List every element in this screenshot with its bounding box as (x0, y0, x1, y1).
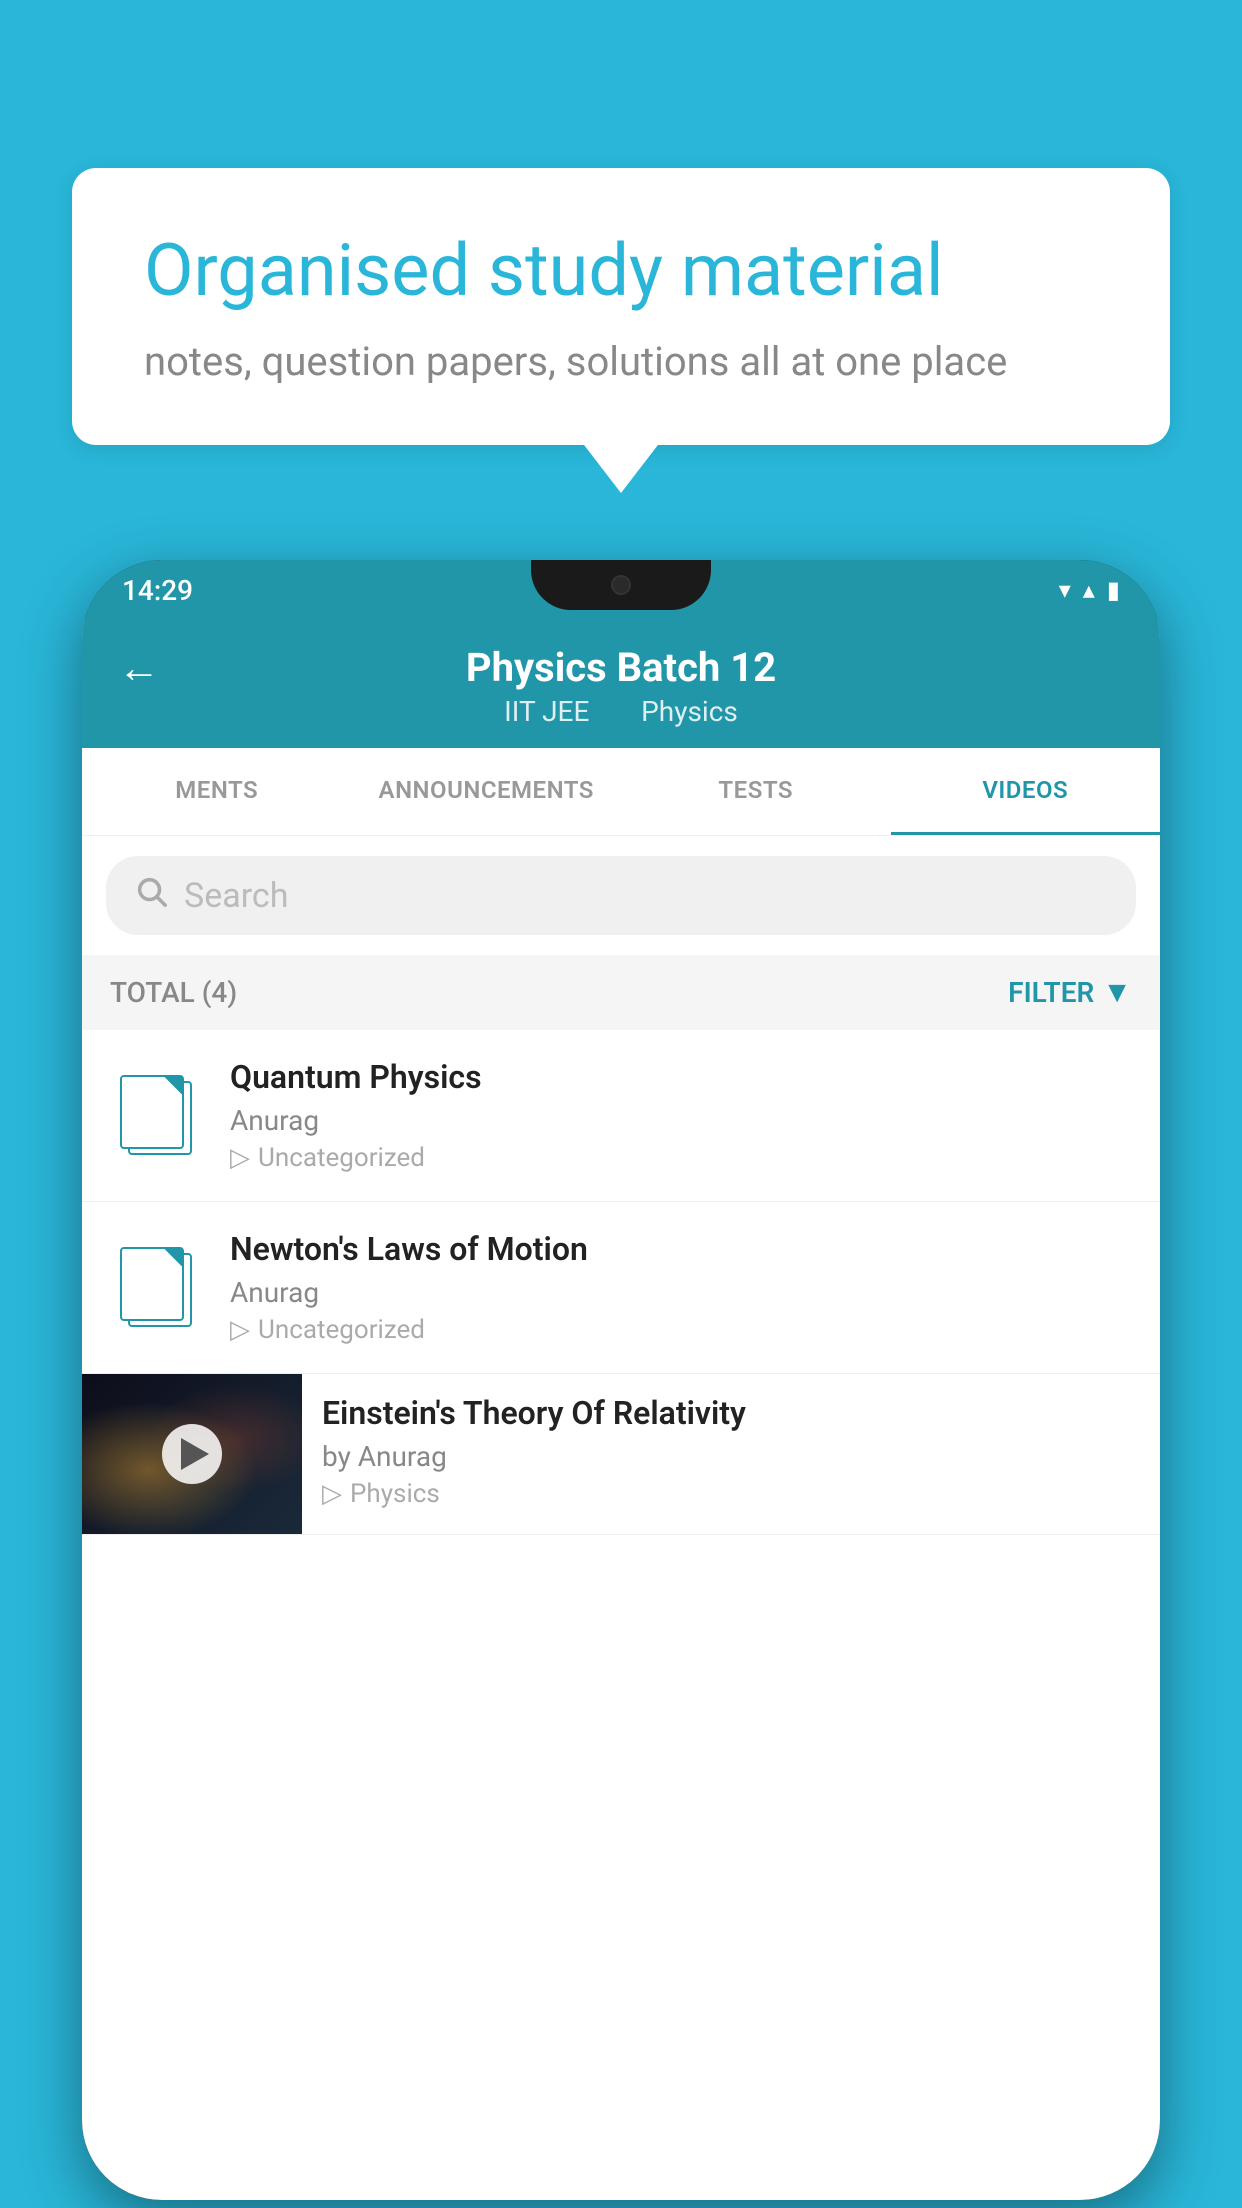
filter-icon: ▼ (1102, 975, 1132, 1010)
filter-label: FILTER (1008, 976, 1094, 1009)
search-bar[interactable]: Search (106, 856, 1136, 935)
video-info-2: Newton's Laws of Motion Anurag ▷ Uncateg… (230, 1230, 1136, 1345)
tab-announcements[interactable]: ANNOUNCEMENTS (352, 748, 622, 835)
video-author-3: by Anurag (322, 1440, 1140, 1473)
subtitle-iit: IIT JEE (504, 695, 589, 728)
search-icon (134, 874, 168, 917)
app-subtitle: IIT JEE Physics (492, 695, 750, 728)
video-author-2: Anurag (230, 1276, 1136, 1309)
tab-tests[interactable]: TESTS (621, 748, 891, 835)
file-icon-2 (120, 1247, 192, 1329)
app-header: ← Physics Batch 12 IIT JEE Physics (82, 620, 1160, 748)
tab-ments[interactable]: MENTS (82, 748, 352, 835)
video-info-1: Quantum Physics Anurag ▷ Uncategorized (230, 1058, 1136, 1173)
wifi-icon: ▾ (1059, 576, 1071, 604)
search-bar-container: Search (82, 836, 1160, 955)
search-placeholder: Search (184, 876, 288, 916)
video-item-3[interactable]: Einstein's Theory Of Relativity by Anura… (82, 1374, 1160, 1535)
video-tag-2: ▷ Uncategorized (230, 1315, 1136, 1345)
status-bar: 14:29 ▾ ▴ ▮ (82, 560, 1160, 620)
tabs-bar: MENTS ANNOUNCEMENTS TESTS VIDEOS (82, 748, 1160, 836)
video-title-2: Newton's Laws of Motion (230, 1230, 1136, 1268)
video-tag-1: ▷ Uncategorized (230, 1143, 1136, 1173)
video-info-3: Einstein's Theory Of Relativity by Anura… (302, 1374, 1160, 1529)
app-title: Physics Batch 12 (466, 644, 776, 691)
tag-icon-3: ▷ (322, 1479, 342, 1509)
status-time: 14:29 (122, 574, 193, 607)
phone-screen: ← Physics Batch 12 IIT JEE Physics MENTS… (82, 620, 1160, 2200)
phone-frame: 14:29 ▾ ▴ ▮ ← Physics Batch 12 IIT JEE P… (82, 560, 1160, 2200)
play-button-3[interactable] (162, 1424, 222, 1484)
video-list: Quantum Physics Anurag ▷ Uncategorized (82, 1030, 1160, 1535)
video-tag-3: ▷ Physics (322, 1479, 1140, 1509)
subtitle-physics: Physics (641, 695, 738, 728)
signal-icon: ▴ (1083, 576, 1095, 604)
play-icon-3 (181, 1438, 209, 1470)
filter-row: TOTAL (4) FILTER ▼ (82, 955, 1160, 1030)
tag-icon-2: ▷ (230, 1315, 250, 1345)
video-thumb-1 (106, 1066, 206, 1166)
phone-notch (531, 560, 711, 610)
speech-bubble-title: Organised study material (144, 228, 1098, 314)
tab-videos[interactable]: VIDEOS (891, 748, 1161, 835)
video-title-3: Einstein's Theory Of Relativity (322, 1394, 1140, 1432)
file-icon-1 (120, 1075, 192, 1157)
video-thumbnail-3 (82, 1374, 302, 1534)
speech-bubble-card: Organised study material notes, question… (72, 168, 1170, 445)
speech-bubble-subtitle: notes, question papers, solutions all at… (144, 338, 1098, 385)
video-thumb-2 (106, 1238, 206, 1338)
video-item-1[interactable]: Quantum Physics Anurag ▷ Uncategorized (82, 1030, 1160, 1202)
video-author-1: Anurag (230, 1104, 1136, 1137)
video-title-1: Quantum Physics (230, 1058, 1136, 1096)
filter-button[interactable]: FILTER ▼ (1008, 975, 1132, 1010)
status-icons: ▾ ▴ ▮ (1059, 576, 1120, 604)
tag-icon-1: ▷ (230, 1143, 250, 1173)
back-button[interactable]: ← (118, 644, 160, 693)
total-count: TOTAL (4) (110, 976, 237, 1009)
camera-dot (611, 575, 631, 595)
video-item-2[interactable]: Newton's Laws of Motion Anurag ▷ Uncateg… (82, 1202, 1160, 1374)
battery-icon: ▮ (1107, 576, 1120, 604)
